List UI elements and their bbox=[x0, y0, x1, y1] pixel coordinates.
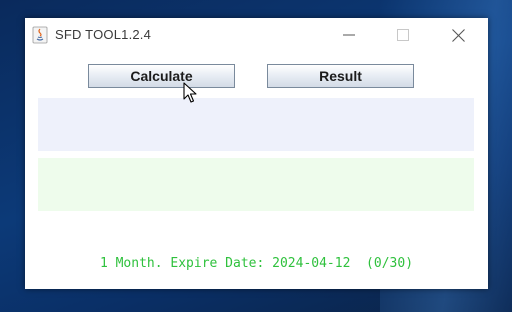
mouse-cursor-icon bbox=[183, 82, 197, 103]
java-app-icon bbox=[32, 26, 48, 44]
minimize-icon bbox=[343, 34, 355, 36]
result-output-panel bbox=[38, 158, 474, 211]
app-window: SFD TOOL1.2.4 Calculate Result 1 Month. … bbox=[25, 18, 488, 289]
maximize-icon bbox=[397, 29, 409, 41]
window-title: SFD TOOL1.2.4 bbox=[55, 27, 152, 42]
maximize-button[interactable] bbox=[389, 24, 417, 46]
minimize-button[interactable] bbox=[335, 24, 363, 46]
license-status-text: 1 Month. Expire Date: 2024-04-12 (0/30) bbox=[99, 256, 414, 271]
calculate-button[interactable]: Calculate bbox=[88, 64, 235, 88]
title-bar[interactable]: SFD TOOL1.2.4 bbox=[25, 18, 488, 52]
calculate-output-panel bbox=[38, 98, 474, 151]
result-button[interactable]: Result bbox=[267, 64, 414, 88]
close-button[interactable] bbox=[444, 24, 472, 46]
close-icon bbox=[451, 28, 465, 42]
